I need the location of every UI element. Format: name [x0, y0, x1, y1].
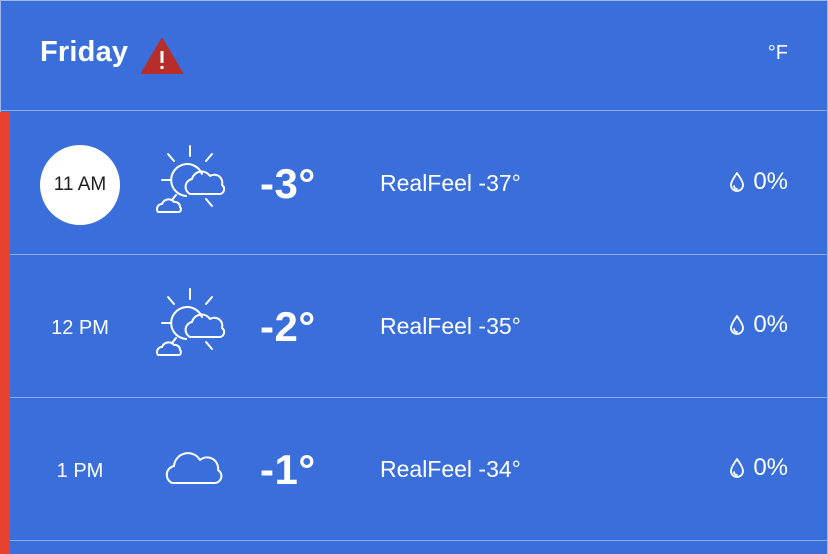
temperature: -1°: [260, 446, 316, 493]
realfeel-value: RealFeel -37°: [380, 170, 521, 196]
temperature: -2°: [260, 303, 316, 350]
precipitation-value: 0%: [753, 311, 788, 338]
warning-triangle-icon[interactable]: [140, 37, 184, 75]
hourly-row[interactable]: 1 PM -1° RealFeel -34° 0%: [10, 398, 828, 541]
cloud-icon: [165, 452, 223, 484]
partly-sunny-icon: [156, 288, 226, 356]
realfeel-value: RealFeel -34°: [380, 456, 521, 482]
hourly-row[interactable]: 12 PM -2° RealFeel -35° 0%: [10, 255, 828, 398]
precipitation: 0%: [729, 454, 788, 482]
time-label: 12 PM: [40, 288, 120, 368]
precipitation-value: 0%: [753, 168, 788, 195]
time-text: 1 PM: [56, 459, 104, 482]
precipitation-value: 0%: [753, 454, 788, 481]
hourly-row[interactable]: 11 AM -3° RealFeel -37° 0%: [10, 112, 828, 255]
unit-label[interactable]: °F: [768, 42, 788, 65]
precipitation: 0%: [729, 168, 788, 196]
raindrop-icon: [730, 315, 745, 335]
precipitation: 0%: [729, 311, 788, 339]
partly-sunny-icon: [156, 145, 226, 213]
raindrop-icon: [730, 458, 745, 478]
realfeel-value: RealFeel -35°: [380, 313, 521, 339]
day-header: Friday °F: [0, 0, 828, 111]
alert-indicator-bar: [0, 112, 10, 554]
time-text: 12 PM: [51, 316, 109, 339]
time-label-selected: 11 AM: [40, 145, 120, 225]
time-text: 11 AM: [53, 174, 107, 195]
raindrop-icon: [730, 172, 745, 192]
temperature: -3°: [260, 160, 316, 207]
time-label: 1 PM: [40, 431, 120, 511]
day-title: Friday: [40, 36, 129, 68]
